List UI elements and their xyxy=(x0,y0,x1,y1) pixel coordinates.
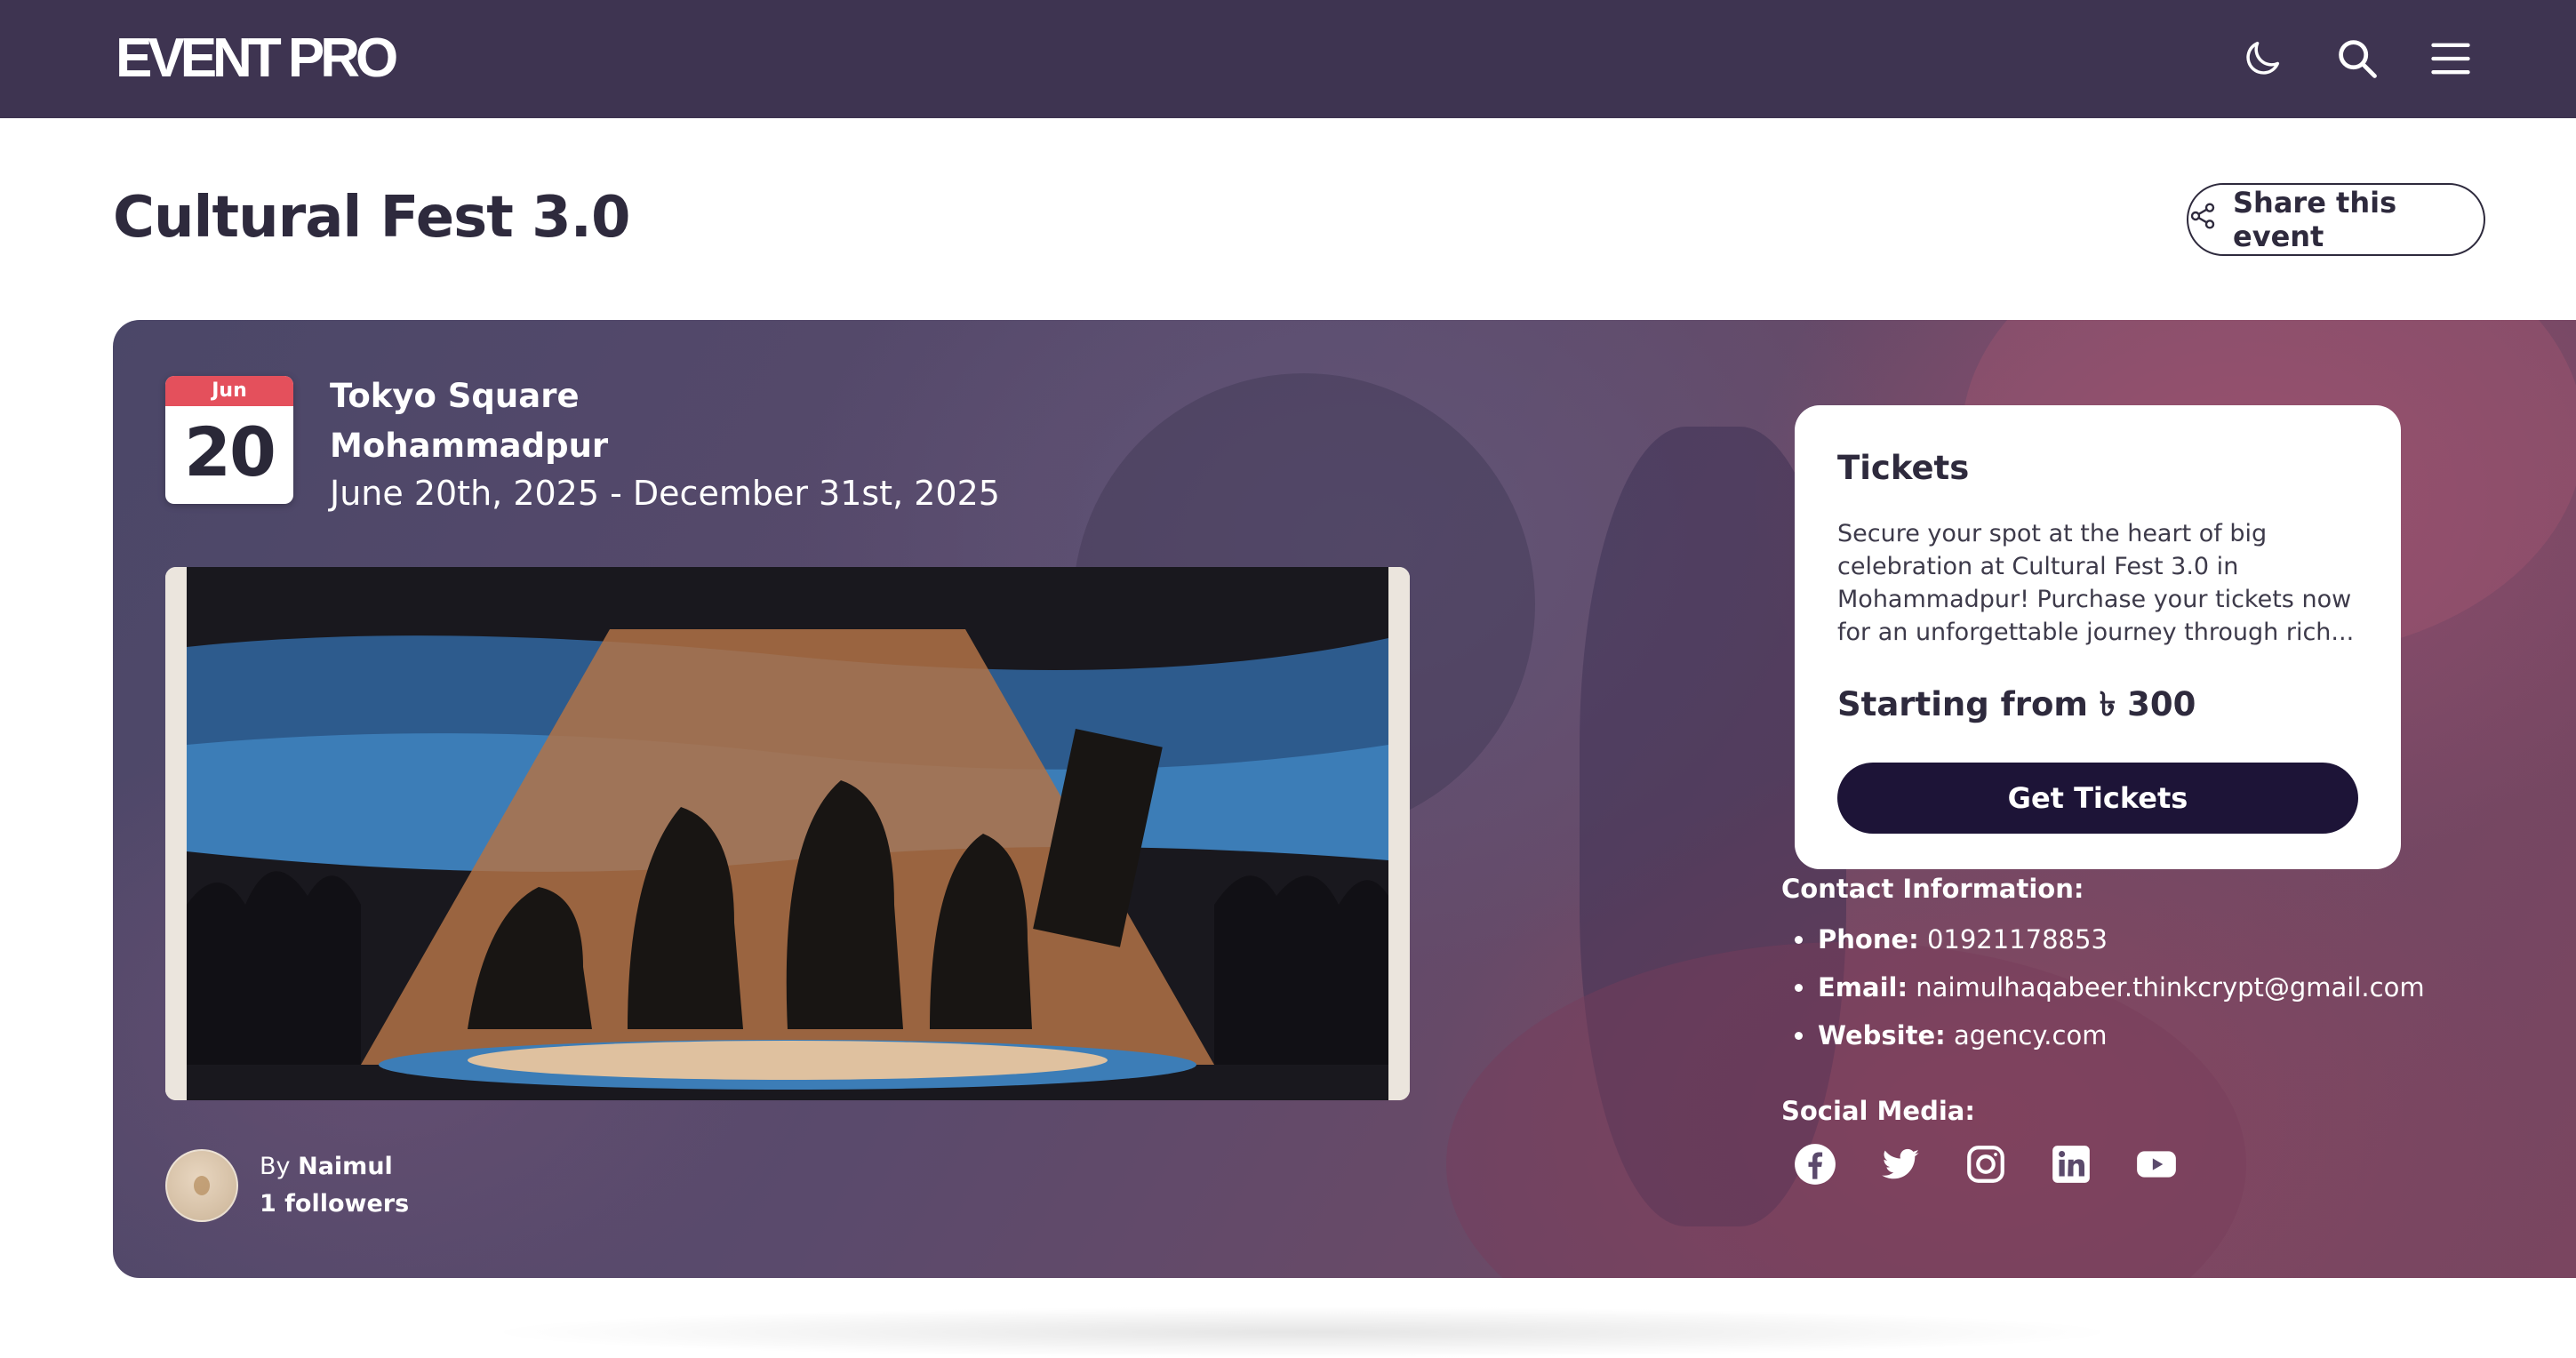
logo[interactable]: EVENT PRO xyxy=(116,27,398,91)
facebook-icon[interactable] xyxy=(1793,1142,1837,1186)
section-shadow xyxy=(480,1306,2124,1358)
linkedin-icon[interactable] xyxy=(2049,1142,2093,1186)
contact-phone-label: Phone: xyxy=(1818,924,1919,955)
contact-website: Website: agency.com xyxy=(1795,1011,2425,1059)
social-links xyxy=(1793,1142,2179,1186)
share-event-button[interactable]: Share this event xyxy=(2187,183,2485,256)
share-icon xyxy=(2188,202,2217,237)
organizer[interactable]: By Naimul 1 followers xyxy=(165,1149,409,1222)
twitter-icon[interactable] xyxy=(1878,1142,1923,1186)
contact-email-value[interactable]: naimulhaqabeer.thinkcrypt@gmail.com xyxy=(1916,972,2424,1003)
social-heading: Social Media: xyxy=(1781,1096,1975,1126)
date-badge-day: 20 xyxy=(184,412,276,491)
event-poster-image xyxy=(165,567,1410,1100)
organizer-name[interactable]: Naimul xyxy=(298,1153,393,1180)
menu-icon[interactable] xyxy=(2424,32,2477,85)
contact-phone-value[interactable]: 01921178853 xyxy=(1927,924,2108,955)
contact-email: Email: naimulhaqabeer.thinkcrypt@gmail.c… xyxy=(1795,963,2425,1011)
get-tickets-button[interactable]: Get Tickets xyxy=(1837,763,2358,834)
tickets-description: Secure your spot at the heart of big cel… xyxy=(1837,520,2355,646)
organizer-followers: 1 followers xyxy=(260,1190,410,1218)
venue-area: Mohammadpur xyxy=(330,427,609,465)
contact-website-label: Website: xyxy=(1818,1020,1946,1050)
moon-icon[interactable] xyxy=(2236,32,2289,85)
date-badge-month: Jun xyxy=(165,376,293,406)
top-nav-bar: EVENT PRO xyxy=(0,0,2576,118)
contact-email-label: Email: xyxy=(1818,972,1908,1003)
instagram-icon[interactable] xyxy=(1964,1142,2008,1186)
organizer-by-prefix: By xyxy=(260,1153,291,1180)
search-icon[interactable] xyxy=(2331,32,2384,85)
event-hero: Jun 20 Tokyo Square Mohammadpur June 20t… xyxy=(113,320,2576,1278)
contact-website-value[interactable]: agency.com xyxy=(1954,1020,2108,1050)
date-badge: Jun 20 xyxy=(165,376,293,504)
contact-heading: Contact Information: xyxy=(1781,874,2084,904)
tickets-card: Tickets Secure your spot at the heart of… xyxy=(1795,405,2401,869)
event-date-range: June 20th, 2025 - December 31st, 2025 xyxy=(330,474,1000,513)
page-title: Cultural Fest 3.0 xyxy=(113,185,630,251)
organizer-text: By Naimul 1 followers xyxy=(260,1148,409,1223)
tickets-title: Tickets xyxy=(1837,449,1970,487)
youtube-icon[interactable] xyxy=(2134,1142,2179,1186)
contact-list: Phone: 01921178853 Email: naimulhaqabeer… xyxy=(1795,915,2425,1059)
contact-phone: Phone: 01921178853 xyxy=(1795,915,2425,963)
venue-name: Tokyo Square xyxy=(330,377,580,415)
avatar[interactable] xyxy=(165,1149,238,1222)
tickets-price: Starting from ৳ 300 xyxy=(1837,685,2196,723)
share-button-label: Share this event xyxy=(2233,186,2397,253)
